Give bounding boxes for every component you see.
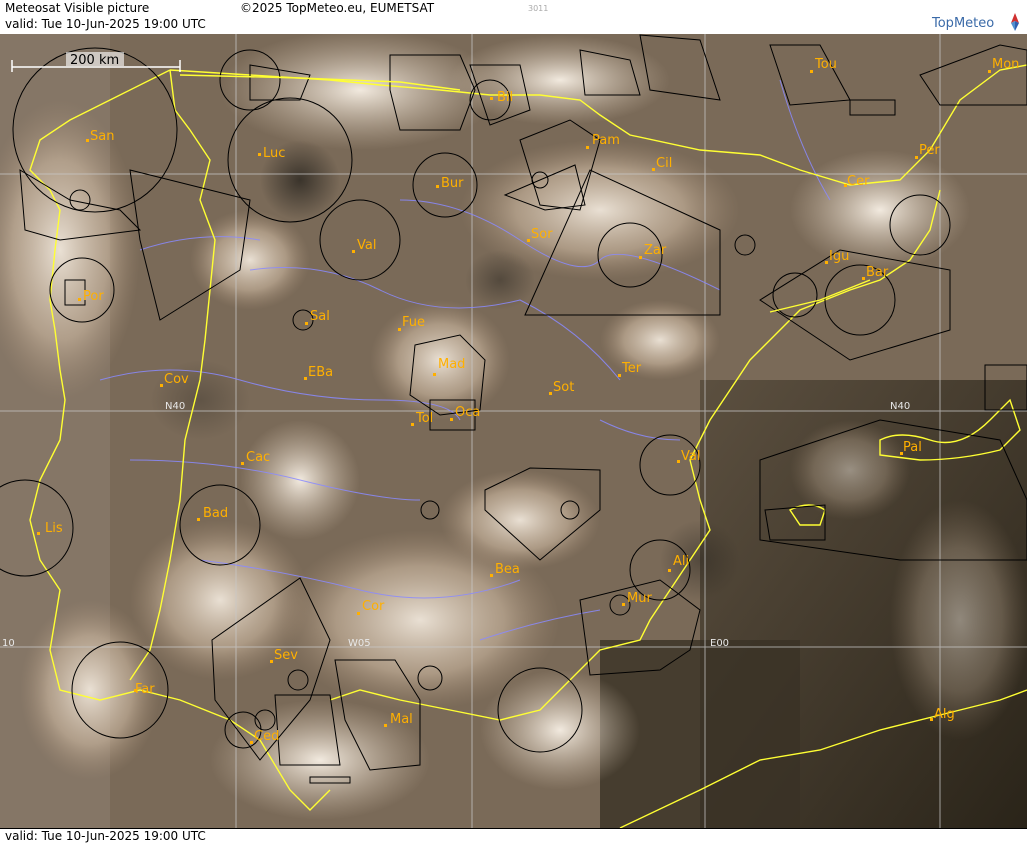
city-label-sor: Sor: [531, 227, 553, 242]
city-label-oca: Oca: [455, 405, 480, 420]
city-label-zar: Zar: [644, 243, 667, 258]
city-label-mon: Mon: [992, 57, 1019, 72]
footer-valid-time: valid: Tue 10-Jun-2025 19:00 UTC: [5, 829, 206, 843]
city-label-bar: Bar: [866, 265, 889, 280]
city-label-far: Far: [135, 682, 155, 697]
city-label-fue: Fue: [402, 315, 425, 330]
city-label-igu: Igu: [829, 249, 849, 264]
city-label-pam: Pam: [592, 133, 620, 148]
valid-time: valid: Tue 10-Jun-2025 19:00 UTC: [5, 17, 206, 31]
grid-label-w10: 10: [2, 638, 15, 649]
city-label-lis: Lis: [45, 521, 63, 536]
city-label-bur: Bur: [441, 176, 464, 191]
city-label-luc: Luc: [263, 146, 285, 161]
city-label-eba: EBa: [308, 365, 333, 380]
city-label-mur: Mur: [627, 591, 652, 606]
grid-label-n40-west: N40: [165, 401, 185, 412]
city-label-mal: Mal: [390, 712, 413, 727]
image-code: 3011: [528, 4, 549, 13]
footer-bar: valid: Tue 10-Jun-2025 19:00 UTC: [0, 828, 1027, 844]
city-label-sot: Sot: [553, 380, 574, 395]
city-label-cer: Cer: [847, 174, 870, 189]
map-canvas: N40 N40 10 W05 E00 200 km San Luc Bil Pa…: [0, 34, 1027, 828]
city-label-val-north: Val: [357, 238, 376, 253]
city-label-ali: Ali: [673, 554, 689, 569]
city-label-alg: Alg: [934, 707, 955, 722]
image-title: Meteosat Visible picture: [5, 1, 150, 15]
city-label-val-east: Val: [681, 449, 700, 464]
city-label-cil: Cil: [656, 156, 672, 171]
city-label-bad: Bad: [203, 506, 228, 521]
city-label-per: Per: [919, 143, 940, 158]
grid-label-w05: W05: [348, 638, 371, 649]
city-label-cac: Cac: [246, 450, 270, 465]
grid-label-e00: E00: [710, 638, 729, 649]
grid-label-n40-east: N40: [890, 401, 910, 412]
brand-logo-icon: [1011, 13, 1019, 31]
city-label-tou: Tou: [814, 57, 837, 72]
copyright-text: ©2025 TopMeteo.eu, EUMETSAT: [240, 1, 435, 15]
city-label-ced: Ced: [254, 729, 279, 744]
city-label-bil: Bil: [497, 90, 513, 105]
city-label-sev: Sev: [274, 648, 298, 663]
city-label-mad: Mad: [438, 357, 465, 372]
city-label-pal: Pal: [903, 440, 922, 455]
city-label-san: San: [90, 129, 114, 144]
city-label-sal: Sal: [310, 309, 330, 324]
city-label-por: Por: [83, 289, 104, 304]
city-label-cor: Cor: [362, 599, 385, 614]
brand-logo-text: TopMeteo: [932, 16, 995, 31]
city-label-ter: Ter: [621, 361, 642, 376]
scale-bar-label: 200 km: [70, 53, 119, 68]
city-label-tol: Tol: [415, 411, 433, 426]
satellite-map[interactable]: N40 N40 10 W05 E00 200 km San Luc Bil Pa…: [0, 34, 1027, 828]
header-bar: Meteosat Visible picture valid: Tue 10-J…: [0, 0, 1027, 35]
city-label-cov: Cov: [164, 372, 189, 387]
city-label-bea: Bea: [495, 562, 520, 577]
